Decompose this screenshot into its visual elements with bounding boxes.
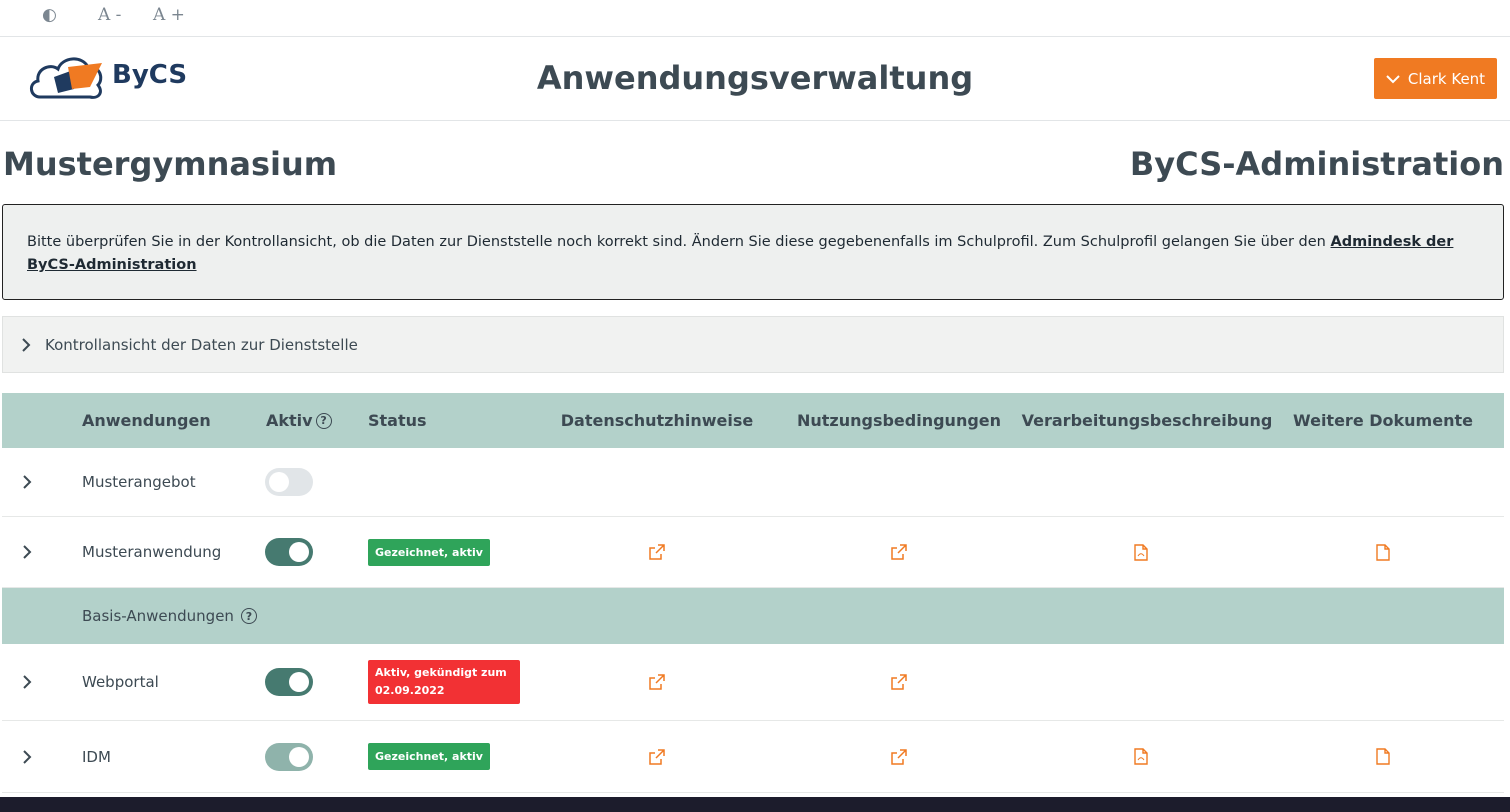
external-link-icon[interactable] [890,721,908,792]
school-name: Mustergymnasium [3,145,338,183]
column-header-privacy: Datenschutzhinweise [560,411,754,430]
chevron-right-icon [23,475,32,489]
expand-row-button[interactable] [22,721,32,792]
user-menu-button[interactable]: Clark Kent [1374,58,1497,99]
app-name: Musterangebot [82,473,196,491]
help-icon[interactable]: ? [315,412,332,429]
expand-row-button[interactable] [22,644,32,720]
chevron-right-icon [23,675,32,689]
column-header-active: Aktiv ? [266,393,332,448]
chevron-right-icon [23,749,32,764]
table-row: IDM Gezeichnet, aktiv [2,721,1504,793]
file-icon[interactable] [1376,517,1390,587]
accessibility-bar: ◐ A - A + [0,0,1510,37]
notice-text: Bitte überprüfen Sie in der Kontrollansi… [27,234,1331,250]
accordion-label: Kontrollansicht der Daten zur Dienststel… [45,335,358,354]
external-link-icon[interactable] [648,517,666,587]
help-icon[interactable]: ? [240,608,257,624]
chevron-right-icon [22,337,31,352]
external-link-icon[interactable] [648,644,666,720]
group-header-base-apps: Basis-Anwendungen ? [2,588,1504,644]
table-row: Musterangebot [2,448,1504,517]
active-toggle[interactable] [265,644,313,720]
expand-row-button[interactable] [22,448,32,516]
app-name: Musteranwendung [82,543,222,561]
page-title: Anwendungsverwaltung [536,59,974,97]
font-decrease-button[interactable]: A - [98,5,121,25]
app-header: ByCS Anwendungsverwaltung Clark Kent [0,37,1510,121]
status-badge: Gezeichnet, aktiv [368,721,490,792]
footer-bar [0,797,1510,812]
external-link-icon[interactable] [648,721,666,792]
admin-title: ByCS-Administration [1129,145,1504,183]
active-toggle[interactable] [265,721,313,792]
file-icon[interactable] [1376,721,1390,792]
expand-row-button[interactable] [22,517,32,587]
table-header: Anwendungen Aktiv ? Status Datenschutzhi… [2,393,1504,448]
pdf-file-icon[interactable] [1134,517,1148,587]
app-name: Webportal [82,673,159,691]
group-label: Basis-Anwendungen ? [82,588,257,644]
app-name: IDM [82,747,111,766]
status-badge: Aktiv, gekündigt zum 02.09.2022 [368,644,520,720]
chevron-down-icon [1386,74,1400,83]
active-toggle[interactable] [265,517,313,587]
applications-table: Anwendungen Aktiv ? Status Datenschutzhi… [2,393,1504,793]
control-view-accordion[interactable]: Kontrollansicht der Daten zur Dienststel… [2,316,1504,373]
column-header-apps: Anwendungen [82,411,211,430]
status-badge: Gezeichnet, aktiv [368,517,490,587]
chevron-right-icon [23,545,32,559]
notice-box: Bitte überprüfen Sie in der Kontrollansi… [2,204,1504,300]
table-row: Musteranwendung Gezeichnet, aktiv [2,517,1504,588]
table-row: Webportal Aktiv, gekündigt zum 02.09.202… [2,644,1504,721]
column-header-status: Status [368,411,427,430]
user-name: Clark Kent [1407,69,1486,88]
column-header-active-label: Aktiv [266,411,313,430]
font-increase-button[interactable]: A + [153,5,185,25]
external-link-icon[interactable] [890,644,908,720]
external-link-icon[interactable] [890,517,908,587]
column-header-terms: Nutzungsbedingungen [796,411,1002,430]
active-toggle[interactable] [265,448,313,516]
column-header-docs: Weitere Dokumente [1293,411,1473,430]
pdf-file-icon[interactable] [1134,721,1148,792]
contrast-icon[interactable]: ◐ [42,5,57,25]
column-header-processing: Verarbeitungsbeschreibung [1021,411,1273,430]
